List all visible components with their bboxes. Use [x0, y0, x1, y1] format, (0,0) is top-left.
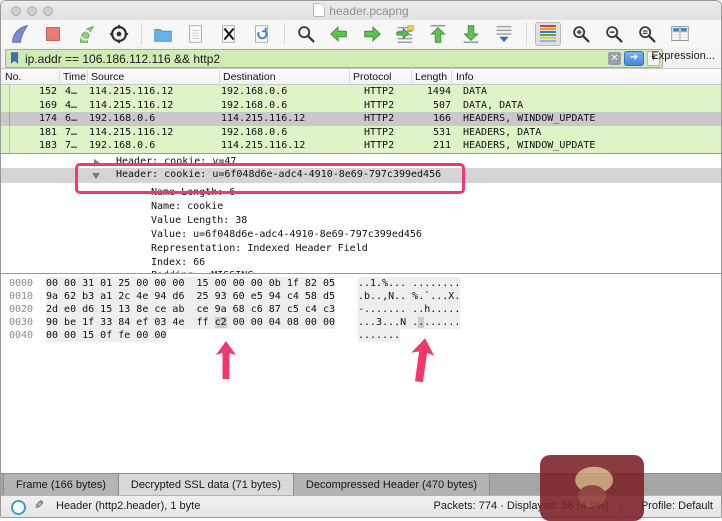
tab-frame[interactable]: Frame (166 bytes) [3, 474, 119, 495]
capture-options-icon[interactable] [106, 22, 132, 46]
window-title-wrap: header.pcapng [1, 3, 721, 18]
packet-list-header: No. Time Source Destination Protocol Len… [1, 69, 721, 85]
capture-comment-pencil-icon[interactable]: ✎ [34, 498, 44, 512]
expression-button[interactable]: Expression... [651, 50, 715, 62]
detail-row-index[interactable]: Index: 66 [1, 256, 721, 270]
expand-right-icon[interactable] [94, 159, 100, 167]
filter-apply-icon[interactable]: ➜ [624, 51, 644, 66]
packet-row[interactable]: 169 4… 114.215.116.12 192.168.0.6 HTTP2 507 DA… [1, 98, 721, 113]
colorize-bars [540, 25, 556, 42]
wireshark-window: header.pcapng ip.addr == 106.186.112.116… [0, 0, 722, 518]
zoom-in-icon[interactable] [568, 22, 594, 46]
packet-row[interactable]: 152 4… 114.215.116.12 192.168.0.6 HTTP2 1494 D… [1, 85, 721, 99]
window-title: header.pcapng [329, 4, 409, 18]
selected-byte: c2 [214, 317, 227, 328]
filter-clear-icon[interactable]: ✕ [608, 52, 621, 65]
go-to-bottom-icon[interactable] [458, 22, 484, 46]
detail-row-value-length[interactable]: Value Length: 38 [1, 214, 721, 228]
open-file-icon[interactable] [150, 22, 176, 46]
column-source[interactable]: Source [91, 71, 124, 83]
auto-scroll-icon[interactable] [491, 22, 517, 46]
colorize-packets-icon[interactable] [535, 21, 561, 46]
save-file-icon[interactable] [183, 22, 209, 46]
wireshark-start-capture-icon[interactable] [7, 22, 33, 46]
zoom-reset-icon[interactable] [634, 22, 660, 46]
toolbar-separator [141, 22, 142, 45]
packet-row[interactable]: 181 7… 114.215.116.12 192.168.0.6 HTTP2 531 HE… [1, 125, 721, 140]
reload-file-icon[interactable] [249, 22, 275, 46]
expand-down-icon[interactable] [92, 173, 100, 179]
display-filter-input[interactable]: ip.addr == 106.186.112.116 && http2 ✕ ➜ … [5, 49, 663, 68]
expert-info-icon[interactable] [11, 500, 26, 515]
find-packet-icon[interactable] [293, 22, 319, 46]
column-protocol[interactable]: Protocol [353, 71, 392, 83]
go-to-packet-icon[interactable] [392, 22, 418, 46]
column-length[interactable]: Length [415, 71, 447, 83]
column-info[interactable]: Info [456, 71, 474, 83]
resize-columns-icon[interactable] [667, 22, 693, 46]
column-destination[interactable]: Destination [223, 71, 276, 83]
status-bar: ✎ Header (http2.header), 1 byte Packets:… [1, 495, 721, 517]
display-filter-value[interactable]: ip.addr == 106.186.112.116 && http2 [25, 52, 608, 66]
close-file-icon[interactable] [216, 22, 242, 46]
packet-bytes-pane: 0000 00 00 31 01 25 00 00 00 15 00 00 00 … [1, 273, 721, 473]
tab-decrypted-ssl-data[interactable]: Decrypted SSL data (71 bytes) [118, 474, 294, 495]
byte-view-tabstrip: Frame (166 bytes) Decrypted SSL data (71… [1, 473, 721, 495]
filter-bookmark-icon[interactable] [10, 52, 19, 65]
no-column-gutter [9, 85, 10, 153]
packet-row-selected[interactable]: 174 6… 192.168.0.6 114.215.116.12 HTTP2 166 HE… [1, 112, 721, 126]
packet-counts-status: Packets: 774 · Displayed: 38 (4.9%) [433, 500, 609, 512]
profile-status[interactable]: Profile: Default [641, 500, 713, 512]
detail-row-representation[interactable]: Representation: Indexed Header Field [1, 242, 721, 256]
go-back-icon[interactable] [326, 22, 352, 46]
zoom-out-icon[interactable] [601, 22, 627, 46]
toolbar-separator [284, 22, 285, 45]
restart-capture-icon[interactable] [73, 22, 99, 46]
title-bar: header.pcapng [1, 1, 721, 20]
main-toolbar [1, 20, 721, 47]
tab-decompressed-header[interactable]: Decompressed Header (470 bytes) [293, 474, 491, 495]
packet-row[interactable]: 183 7… 192.168.0.6 114.215.116.12 HTTP2 211 HE… [1, 139, 721, 153]
document-icon [313, 3, 326, 17]
detail-row-name-length[interactable]: Name Length: 6 [1, 186, 721, 200]
toolbar-separator [526, 22, 527, 45]
selected-field-status: Header (http2.header), 1 byte [56, 500, 201, 512]
detail-row-value[interactable]: Value: u=6f048d6e-adc4-4910-8e69-797c399… [1, 228, 721, 242]
detail-row-header-cookie-v47[interactable]: Header: cookie: v=47 [1, 155, 721, 169]
detail-row-name[interactable]: Name: cookie [1, 200, 721, 214]
go-forward-icon[interactable] [359, 22, 385, 46]
column-time[interactable]: Time [63, 71, 86, 83]
go-to-top-icon[interactable] [425, 22, 451, 46]
statusbar-separator [620, 498, 621, 514]
detail-row-header-cookie-u-selected[interactable]: Header: cookie: u=6f048d6e-adc4-4910-8e6… [1, 168, 721, 183]
packet-details-pane: Header: cookie: v=47 Header: cookie: u=6… [1, 153, 721, 273]
column-no[interactable]: No. [5, 71, 21, 83]
stop-capture-icon[interactable] [40, 22, 66, 46]
filter-bar: ip.addr == 106.186.112.116 && http2 ✕ ➜ … [1, 47, 721, 69]
